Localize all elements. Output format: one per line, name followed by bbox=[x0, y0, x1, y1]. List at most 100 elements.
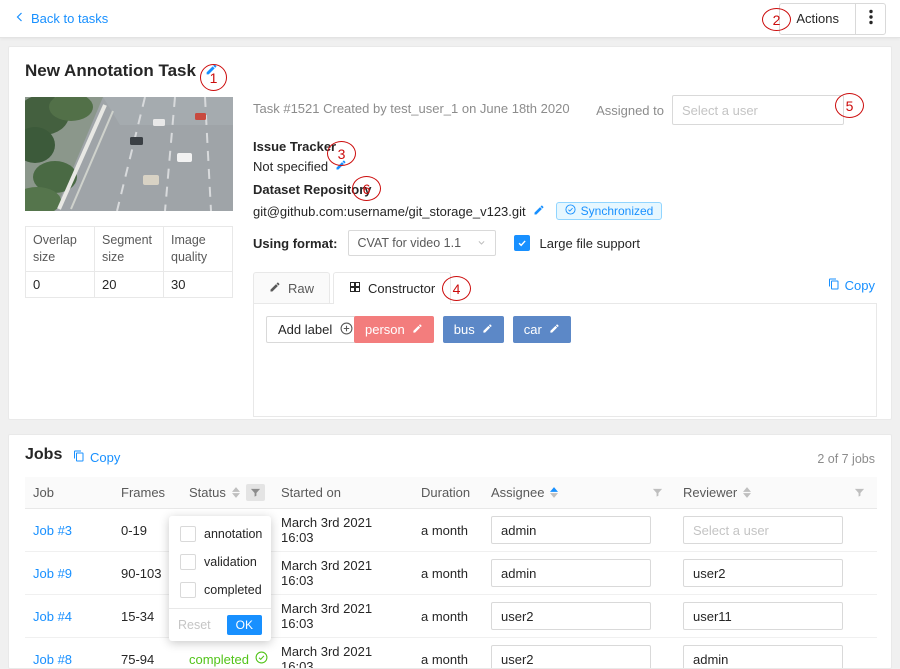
label-chip-person-name: person bbox=[365, 322, 405, 337]
reviewer-sort-icon[interactable] bbox=[743, 487, 751, 498]
tab-constructor[interactable]: Constructor bbox=[333, 272, 451, 303]
task-preview-image bbox=[25, 97, 233, 211]
filter-option-annotation[interactable]: annotation bbox=[169, 520, 271, 548]
filter-reset-button[interactable]: Reset bbox=[178, 618, 211, 632]
reviewer-filter-icon[interactable] bbox=[850, 484, 869, 501]
pencil-icon[interactable] bbox=[412, 322, 423, 337]
col-status[interactable]: Status bbox=[189, 485, 226, 500]
label-chip-car[interactable]: car bbox=[513, 316, 571, 343]
actions-button[interactable]: Actions bbox=[780, 4, 855, 34]
plus-circle-icon bbox=[340, 322, 353, 338]
assigned-to-input[interactable] bbox=[672, 95, 844, 125]
task-params-table: Overlap size Segment size Image quality … bbox=[25, 226, 233, 298]
filter-ok-button[interactable]: OK bbox=[227, 615, 262, 635]
job-assignee-input[interactable] bbox=[491, 516, 651, 544]
back-to-tasks-link[interactable]: Back to tasks bbox=[14, 11, 108, 26]
job-row: Job #8 75-94 completed March 3rd 2021 16… bbox=[25, 638, 877, 669]
callout-4: 4 bbox=[442, 276, 471, 301]
label-constructor-panel: Add label person bus car bbox=[253, 304, 877, 417]
assignee-filter-icon[interactable] bbox=[648, 484, 667, 501]
job-link[interactable]: Job #4 bbox=[33, 609, 72, 624]
label-chip-bus[interactable]: bus bbox=[443, 316, 504, 343]
actions-button-group: Actions bbox=[779, 3, 886, 35]
filter-option-label: completed bbox=[204, 583, 262, 597]
checkbox-icon[interactable] bbox=[180, 526, 196, 542]
task-title-row: New Annotation Task bbox=[25, 61, 218, 81]
more-actions-button[interactable] bbox=[855, 4, 885, 34]
job-link[interactable]: Job #8 bbox=[33, 652, 72, 667]
chevron-down-icon bbox=[477, 236, 486, 250]
task-title: New Annotation Task bbox=[25, 61, 196, 81]
job-reviewer-input[interactable] bbox=[683, 602, 843, 630]
callout-3: 3 bbox=[327, 141, 356, 166]
copy-jobs-link[interactable]: Copy bbox=[73, 450, 120, 465]
job-reviewer-input[interactable] bbox=[683, 516, 843, 544]
filter-option-validation[interactable]: validation bbox=[169, 548, 271, 576]
checkbox-icon[interactable] bbox=[180, 554, 196, 570]
format-select[interactable]: CVAT for video 1.1 bbox=[348, 230, 496, 256]
jobs-title: Jobs bbox=[25, 446, 62, 464]
overlap-size-value: 0 bbox=[26, 271, 95, 297]
job-started: March 3rd 2021 16:03 bbox=[273, 595, 413, 638]
job-link[interactable]: Job #9 bbox=[33, 566, 72, 581]
job-row: Job #9 90-103 March 3rd 2021 16:03 a mon… bbox=[25, 552, 877, 595]
tab-raw-label: Raw bbox=[288, 281, 314, 296]
copy-labels-link[interactable]: Copy bbox=[828, 278, 875, 293]
pencil-icon[interactable] bbox=[482, 322, 493, 337]
filter-option-label: validation bbox=[204, 555, 257, 569]
issue-tracker-value: Not specified bbox=[253, 159, 328, 174]
sync-status-badge: Synchronized bbox=[556, 202, 663, 220]
job-reviewer-input[interactable] bbox=[683, 645, 843, 669]
copy-icon bbox=[828, 278, 840, 293]
job-assignee-input[interactable] bbox=[491, 602, 651, 630]
job-duration: a month bbox=[413, 552, 483, 595]
tab-raw[interactable]: Raw bbox=[253, 272, 330, 303]
assignee-sort-icon[interactable] bbox=[550, 487, 558, 498]
status-filter-icon[interactable] bbox=[246, 484, 265, 501]
job-assignee-input[interactable] bbox=[491, 645, 651, 669]
col-assignee[interactable]: Assignee bbox=[491, 485, 544, 500]
segment-size-header: Segment size bbox=[95, 227, 164, 272]
cvat-task-page: Back to tasks Actions New Annotation Tas… bbox=[0, 0, 900, 669]
check-circle-icon bbox=[255, 651, 268, 667]
jobs-header-row: Job Frames Status Started on Duration As… bbox=[25, 477, 877, 509]
callout-2: 2 bbox=[762, 8, 791, 31]
edit-repository-icon[interactable] bbox=[533, 204, 545, 219]
job-link[interactable]: Job #3 bbox=[33, 523, 72, 538]
job-frames: 75-94 bbox=[113, 638, 181, 669]
jobs-count: 2 of 7 jobs bbox=[817, 452, 875, 466]
col-duration: Duration bbox=[421, 485, 470, 500]
job-duration: a month bbox=[413, 638, 483, 669]
job-row: Job #4 15-34 March 3rd 2021 16:03 a mont… bbox=[25, 595, 877, 638]
add-label-button[interactable]: Add label bbox=[266, 316, 365, 343]
labels-tabs-area: Raw Constructor Copy Add label bbox=[253, 272, 877, 417]
task-meta: Task #1521 Created by test_user_1 on Jun… bbox=[253, 101, 570, 116]
job-duration: a month bbox=[413, 509, 483, 552]
col-reviewer[interactable]: Reviewer bbox=[683, 485, 737, 500]
back-to-tasks-label: Back to tasks bbox=[31, 11, 108, 26]
status-filter-dropdown: annotation validation completed Reset OK bbox=[169, 516, 271, 641]
dataset-repository-block: Dataset Repository git@github.com:userna… bbox=[253, 182, 662, 220]
copy-jobs-label: Copy bbox=[90, 450, 120, 465]
tab-constructor-label: Constructor bbox=[368, 281, 435, 296]
task-details-card: New Annotation Task bbox=[8, 46, 892, 420]
status-sort-icon[interactable] bbox=[232, 487, 240, 498]
pencil-icon[interactable] bbox=[549, 322, 560, 337]
checkbox-icon[interactable] bbox=[180, 582, 196, 598]
segment-size-value: 20 bbox=[95, 271, 164, 297]
large-file-checkbox[interactable] bbox=[514, 235, 530, 251]
label-chip-person[interactable]: person bbox=[354, 316, 434, 343]
image-quality-header: Image quality bbox=[164, 227, 233, 272]
filter-option-completed[interactable]: completed bbox=[169, 576, 271, 604]
job-row: Job #3 0-19 March 3rd 2021 16:03 a month bbox=[25, 509, 877, 552]
format-row: Using format: CVAT for video 1.1 Large f… bbox=[253, 230, 640, 256]
filter-footer: Reset OK bbox=[169, 608, 271, 641]
job-assignee-input[interactable] bbox=[491, 559, 651, 587]
job-started: March 3rd 2021 16:03 bbox=[273, 509, 413, 552]
copy-labels-label: Copy bbox=[845, 278, 875, 293]
sync-check-icon bbox=[565, 204, 576, 218]
job-reviewer-input[interactable] bbox=[683, 559, 843, 587]
label-chips: person bus car bbox=[354, 316, 571, 343]
assigned-to-label: Assigned to bbox=[596, 103, 664, 118]
format-select-value: CVAT for video 1.1 bbox=[358, 236, 462, 250]
